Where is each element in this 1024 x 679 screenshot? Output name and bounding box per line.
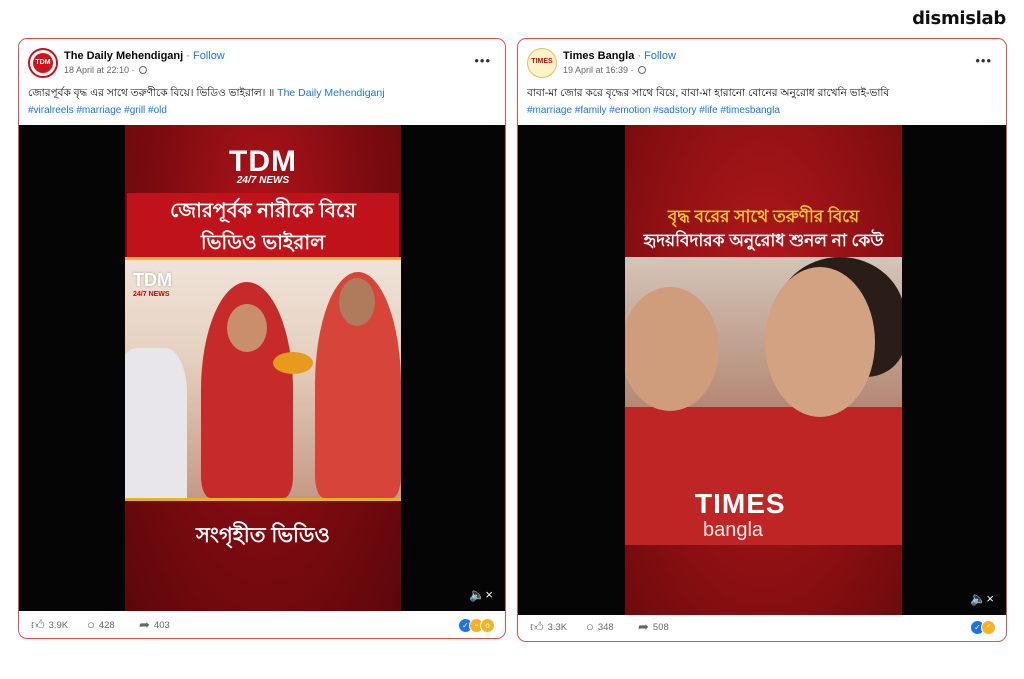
share-button[interactable]: ➦ 508 [638,618,669,637]
reactions[interactable]: ✓ ᐟ [970,620,996,635]
sad-reaction-icon: ᐟ [981,620,996,635]
woman-figure [315,272,401,498]
avatar[interactable]: TDM [28,48,58,78]
video-title-2: হৃদয়বিদারক অনুরোধ শুনল না কেউ [643,231,884,250]
video-headline: জোরপূর্বক নারীকে বিয়ে ভিডিও ভাইরাল [127,193,399,261]
wow-reaction-icon: o [480,618,495,633]
avatar-text: TDM [33,53,53,73]
page-name-line: Times Bangla · Follow [563,50,676,62]
post-card-daily-mehendiganj: TDM The Daily Mehendiganj · Follow 18 Ap… [18,38,506,639]
reactions[interactable]: ✓ ᵕ o [458,618,495,633]
watermark-2: bangla [703,519,764,541]
bride-figure [201,282,293,498]
video-title: বৃদ্ধ বরের সাথে তরুণীর বিয়ে হৃদয়বিদারক… [625,205,902,253]
hashtags[interactable]: #marriage #family #emotion #sadstory #li… [527,105,997,116]
bride-face [227,304,267,352]
share-button[interactable]: ➦ 403 [139,616,170,635]
separator: · [634,50,645,62]
video-player[interactable]: TDM 24/7 NEWS জোরপূর্বক নারীকে বিয়ে ভিড… [19,125,505,611]
post-caption: বাবা-মা জোর করে বৃদ্ধের সাথে বিয়ে, বাবা… [527,87,890,99]
video-scene: TIMES bangla [625,257,902,545]
video-player[interactable]: বৃদ্ধ বরের সাথে তরুণীর বিয়ে হৃদয়বিদারক… [518,125,1006,615]
comment-icon: ○ [586,619,594,634]
page-name-link[interactable]: Times Bangla [563,50,634,62]
share-icon: ➦ [638,619,649,634]
watermark-sub: 24/7 NEWS [133,291,170,298]
page-name-line: The Daily Mehendiganj · Follow [64,50,225,62]
globe-icon [139,66,148,74]
share-count: 403 [153,620,170,631]
hashtags[interactable]: #viralreels #marriage #grill #old [28,105,496,116]
post-actions: 👍︎ 3.9K ○ 428 ➦ 403 ✓ ᵕ o [19,616,505,638]
more-options-icon[interactable]: ••• [474,53,491,68]
timestamp[interactable]: 19 April at 16:39 · [563,65,647,75]
post-caption: জোরপূর্বক বৃদ্ধ এর সাথে তরুণীকে বিয়ে। ভ… [28,86,496,100]
follow-button[interactable]: Follow [193,50,225,62]
avatar[interactable]: TIMES [527,48,557,78]
watermark-1: TIMES [695,488,786,519]
like-button[interactable]: 👍︎ 3.3K [530,618,567,637]
timestamp[interactable]: 18 April at 22:10 · [64,65,148,75]
dismislab-logo: dismislab [912,8,1006,29]
post-card-times-bangla: TIMES Times Bangla · Follow 19 April at … [517,38,1007,642]
video-title-1: বৃদ্ধ বরের সাথে তরুণীর বিয়ে [667,207,860,226]
tdm-logo: TDM 24/7 NEWS [125,145,401,187]
comment-count: 428 [98,620,115,631]
post-actions: 👍︎ 3.3K ○ 348 ➦ 508 ✓ ᐟ [518,618,1006,641]
tdm-logo-text: TDM [229,145,297,178]
mute-icon[interactable]: 🔈× [970,591,994,607]
timestamp-text: 18 April at 22:10 · [64,65,138,75]
post-header: TIMES Times Bangla · Follow 19 April at … [518,39,1006,83]
mute-icon[interactable]: 🔈× [469,587,493,603]
times-bangla-watermark: TIMES bangla [695,488,786,543]
share-icon: ➦ [139,617,150,632]
woman-face-right [765,267,875,417]
video-bottom-caption: সংগৃহীত ভিডিও [196,524,330,547]
video-frame: বৃদ্ধ বরের সাথে তরুণীর বিয়ে হৃদয়বিদারক… [625,125,902,615]
like-icon: 👍︎ [530,619,544,634]
comment-count: 348 [597,622,614,633]
avatar-text: TIMES [531,58,553,65]
tdm-watermark: TDM 24/7 NEWS [133,270,172,298]
comment-button[interactable]: ○ 348 [586,618,614,637]
tdm-logo-sub: 24/7 NEWS [236,175,290,186]
timestamp-text: 19 April at 16:39 · [563,65,637,75]
video-headline-2: ভিডিও ভাইরাল [200,232,326,254]
man-figure [125,348,187,498]
garland [273,352,313,374]
like-count: 3.3K [547,622,568,633]
woman-face [339,278,375,326]
post-header: TDM The Daily Mehendiganj · Follow 18 Ap… [19,39,505,83]
comment-button[interactable]: ○ 428 [87,616,115,635]
comment-icon: ○ [87,617,95,632]
page-name-link[interactable]: The Daily Mehendiganj [64,50,183,62]
video-frame: TDM 24/7 NEWS জোরপূর্বক নারীকে বিয়ে ভিড… [125,125,401,611]
video-scene: TDM 24/7 NEWS [125,257,401,501]
caption-page-link[interactable]: The Daily Mehendiganj [277,87,384,99]
watermark-text: TDM [133,270,172,290]
caption-text: জোরপূর্বক বৃদ্ধ এর সাথে তরুণীকে বিয়ে। ভ… [28,87,278,99]
separator: · [183,50,193,62]
woman-face-left [625,287,719,411]
video-headline-1: জোরপূর্বক নারীকে বিয়ে [170,200,356,222]
more-options-icon[interactable]: ••• [975,53,992,68]
like-count: 3.9K [48,620,69,631]
follow-button[interactable]: Follow [644,50,676,62]
share-count: 508 [652,622,669,633]
like-button[interactable]: 👍︎ 3.9K [31,616,68,635]
globe-icon [638,66,647,74]
like-icon: 👍︎ [31,617,45,632]
